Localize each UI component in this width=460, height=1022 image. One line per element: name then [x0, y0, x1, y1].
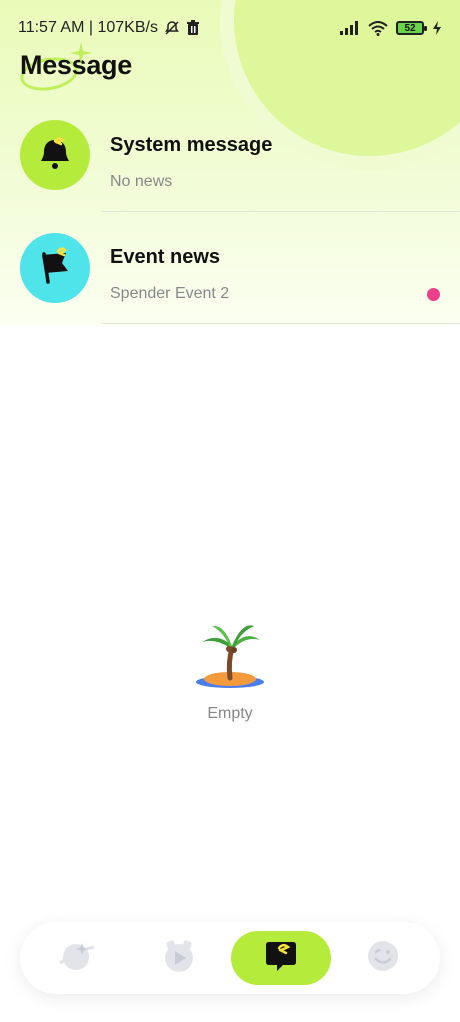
video-play-icon	[160, 939, 198, 978]
nav-tab-discover[interactable]	[27, 931, 127, 985]
message-item-event[interactable]: Event news Spender Event 2	[0, 212, 460, 324]
divider	[102, 323, 460, 324]
planet-icon	[58, 939, 96, 978]
empty-text: Empty	[207, 705, 253, 722]
bell-icon	[37, 135, 73, 176]
system-avatar	[20, 120, 90, 190]
flag-icon	[36, 246, 74, 290]
message-item-system[interactable]: System message No news	[0, 100, 460, 212]
message-title: Event news	[110, 246, 221, 268]
charging-icon	[432, 21, 442, 35]
trash-icon	[186, 20, 200, 36]
battery-level: 52	[404, 22, 416, 34]
status-time-speed: 11:57 AM | 107KB/s	[18, 19, 158, 36]
nav-tab-profile[interactable]	[333, 931, 433, 985]
wifi-icon	[368, 20, 388, 36]
page-header: Message	[17, 42, 132, 95]
battery-icon: 52	[396, 21, 427, 35]
message-subtitle: Spender Event 2	[110, 285, 230, 302]
message-icon	[263, 938, 299, 979]
mute-bell-icon	[164, 20, 180, 36]
sparkle-icon	[70, 42, 92, 69]
smile-icon	[366, 939, 400, 978]
status-bar: 11:57 AM | 107KB/s 52	[0, 0, 460, 56]
unread-indicator	[427, 288, 440, 301]
message-title: System message	[110, 134, 273, 156]
empty-state: Empty	[0, 622, 460, 723]
message-subtitle: No news	[110, 173, 173, 190]
nav-tab-message[interactable]	[231, 931, 331, 985]
bottom-navigation	[20, 922, 440, 994]
signal-icon	[340, 21, 360, 35]
palm-island-icon	[194, 625, 266, 696]
event-avatar	[20, 233, 90, 303]
nav-tab-video[interactable]	[129, 931, 229, 985]
